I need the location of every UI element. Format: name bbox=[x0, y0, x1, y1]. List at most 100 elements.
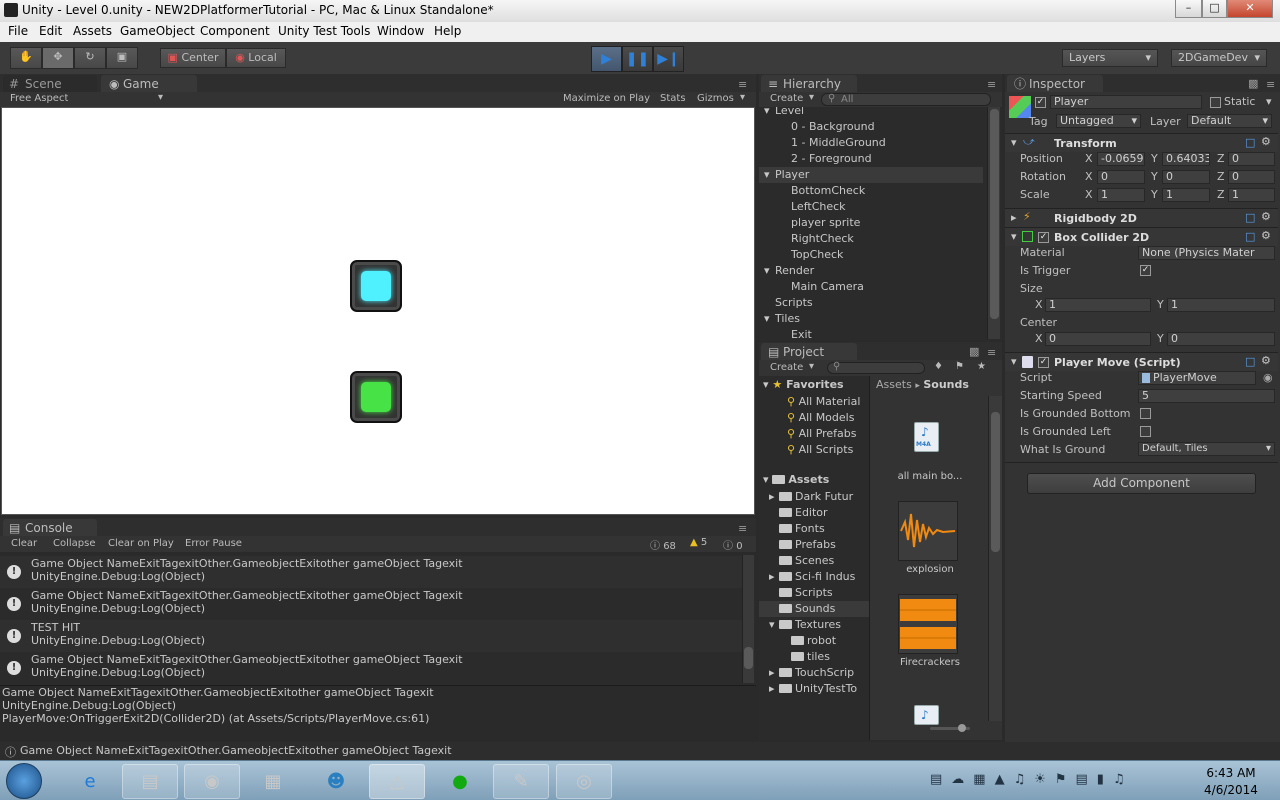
player-move-enabled-checkbox[interactable]: ✓ bbox=[1038, 357, 1049, 368]
menu-unity-test-tools[interactable]: Unity Test Tools bbox=[278, 24, 370, 38]
menu-assets[interactable]: Assets bbox=[73, 24, 112, 38]
pivot-center-button[interactable]: ▣ Center bbox=[160, 48, 226, 68]
maximize-icon[interactable]: □ bbox=[1202, 0, 1227, 18]
hierarchy-search-input[interactable]: ⚲ All bbox=[821, 93, 991, 106]
project-folder-item[interactable]: ▸ TouchScrip bbox=[759, 665, 869, 681]
project-create-button[interactable]: Create bbox=[770, 362, 803, 373]
project-folder-item[interactable]: Fonts bbox=[759, 521, 869, 537]
expand-arrow-icon[interactable]: ▸ bbox=[769, 665, 775, 681]
hierarchy-item[interactable]: Main Camera bbox=[759, 279, 983, 295]
scale-z-field[interactable]: 1 bbox=[1228, 188, 1275, 202]
center-x-field[interactable]: 0 bbox=[1045, 332, 1151, 346]
add-component-button[interactable]: Add Component bbox=[1027, 473, 1256, 494]
menu-window[interactable]: Window bbox=[377, 24, 424, 38]
hierarchy-create-button[interactable]: Create bbox=[770, 93, 803, 104]
transform-header[interactable]: ▾ ⤻ Transform □ ⚙ bbox=[1005, 133, 1278, 152]
messenger-icon[interactable]: ☻ bbox=[308, 764, 364, 799]
lock-icon[interactable]: ▩ bbox=[1248, 77, 1258, 90]
scrollbar-thumb[interactable] bbox=[744, 647, 753, 669]
active-checkbox[interactable]: ✓ bbox=[1035, 97, 1046, 108]
hierarchy-item[interactable]: ▾ Render bbox=[759, 263, 983, 279]
size-y-field[interactable]: 1 bbox=[1167, 298, 1275, 312]
waveform-icon[interactable] bbox=[898, 501, 958, 561]
layout-dropdown[interactable]: 2DGameDev ▾ bbox=[1171, 49, 1267, 67]
project-search-input[interactable]: ⚲ bbox=[827, 361, 925, 374]
center-y-field[interactable]: 0 bbox=[1167, 332, 1275, 346]
box-collider-enabled-checkbox[interactable]: ✓ bbox=[1038, 232, 1049, 243]
spotify-icon[interactable]: ● bbox=[432, 764, 488, 799]
layers-dropdown[interactable]: Layers ▾ bbox=[1062, 49, 1158, 67]
project-folder-item[interactable]: ▸ Dark Futur bbox=[759, 489, 869, 505]
warning-count-toggle[interactable]: ▲ 5 bbox=[690, 537, 707, 548]
chrome-icon[interactable]: ◉ bbox=[184, 764, 240, 799]
project-folder-item[interactable]: ▸ Sci-fi Indus bbox=[759, 569, 869, 585]
hierarchy-item[interactable]: RightCheck bbox=[759, 231, 983, 247]
filter-label-icon[interactable]: ⚑ bbox=[955, 361, 964, 372]
rotation-x-field[interactable]: 0 bbox=[1097, 170, 1145, 184]
is-trigger-checkbox[interactable]: ✓ bbox=[1140, 265, 1151, 276]
pivot-local-button[interactable]: ◉ Local bbox=[226, 48, 286, 68]
menu-gameobject[interactable]: GameObject bbox=[120, 24, 195, 38]
menu-component[interactable]: Component bbox=[200, 24, 270, 38]
console-scrollbar[interactable] bbox=[742, 555, 754, 683]
breadcrumb-root[interactable]: Assets bbox=[876, 378, 912, 391]
tag-dropdown[interactable]: Untagged ▾ bbox=[1056, 114, 1141, 128]
position-x-field[interactable]: -0.0659 bbox=[1097, 152, 1145, 166]
position-y-field[interactable]: 0.64033 bbox=[1162, 152, 1210, 166]
project-folder-item[interactable]: Scripts bbox=[759, 585, 869, 601]
filter-type-icon[interactable]: ♦ bbox=[934, 361, 943, 372]
scale-tool-icon[interactable]: ▣ bbox=[106, 47, 138, 69]
stats-toggle[interactable]: Stats bbox=[660, 93, 686, 104]
expand-arrow-icon[interactable]: ▸ bbox=[769, 681, 775, 697]
rotation-y-field[interactable]: 0 bbox=[1162, 170, 1210, 184]
aspect-dropdown[interactable]: Free Aspect bbox=[10, 93, 68, 104]
info-count-toggle[interactable]: ⓘ 68 bbox=[650, 537, 676, 552]
waveform-icon[interactable] bbox=[898, 594, 958, 654]
rotation-z-field[interactable]: 0 bbox=[1228, 170, 1275, 184]
maximize-on-play-toggle[interactable]: Maximize on Play bbox=[563, 93, 650, 104]
gear-icon[interactable]: ⚙ bbox=[1261, 354, 1271, 367]
expand-arrow-icon[interactable]: ▾ bbox=[764, 107, 770, 119]
player-move-header[interactable]: ▾ ✓ Player Move (Script) □ ⚙ bbox=[1005, 352, 1278, 371]
project-folder-item[interactable]: Sounds bbox=[759, 601, 869, 617]
help-icon[interactable]: □ bbox=[1245, 136, 1255, 149]
favorite-item[interactable]: ⚲ All Material bbox=[787, 394, 860, 410]
expand-arrow-icon[interactable]: ▾ bbox=[764, 311, 770, 327]
menu-file[interactable]: File bbox=[8, 24, 28, 38]
game-view[interactable] bbox=[1, 107, 755, 515]
step-button[interactable]: ▶❙ bbox=[653, 46, 684, 72]
audio-file-icon[interactable]: ♪ M4A bbox=[914, 422, 939, 452]
is-grounded-left-checkbox[interactable] bbox=[1140, 426, 1151, 437]
menu-edit[interactable]: Edit bbox=[39, 24, 62, 38]
hierarchy-scrollbar[interactable] bbox=[987, 107, 1000, 339]
hierarchy-item[interactable]: TopCheck bbox=[759, 247, 983, 263]
app-icon[interactable]: ▦ bbox=[245, 764, 301, 799]
expand-arrow-icon[interactable]: ▸ bbox=[769, 569, 775, 585]
help-icon[interactable]: □ bbox=[1245, 355, 1255, 368]
hierarchy-item[interactable]: player sprite bbox=[759, 215, 983, 231]
hierarchy-item[interactable]: BottomCheck bbox=[759, 183, 983, 199]
notepad-icon[interactable]: ✎ bbox=[493, 764, 549, 799]
scale-x-field[interactable]: 1 bbox=[1097, 188, 1145, 202]
close-icon[interactable]: ✕ bbox=[1227, 0, 1273, 18]
internet-explorer-icon[interactable]: e bbox=[62, 764, 118, 799]
console-row[interactable]: ! TEST HIT UnityEngine.Debug:Log(Object) bbox=[0, 620, 742, 652]
lock-icon[interactable]: ▩ bbox=[969, 345, 979, 358]
expand-arrow-icon[interactable]: ▸ bbox=[769, 489, 775, 505]
favorite-item[interactable]: ⚲ All Prefabs bbox=[787, 426, 857, 442]
chevron-down-icon[interactable]: ▾ bbox=[1266, 95, 1272, 108]
is-grounded-bottom-checkbox[interactable] bbox=[1140, 408, 1151, 419]
console-clear-button[interactable]: Clear bbox=[11, 538, 37, 549]
panel-menu-icon[interactable]: ≡ bbox=[738, 78, 747, 91]
size-x-field[interactable]: 1 bbox=[1045, 298, 1151, 312]
slider-handle[interactable] bbox=[958, 724, 966, 732]
project-folder-item[interactable]: Editor bbox=[759, 505, 869, 521]
clock-time[interactable]: 6:43 AM bbox=[1196, 766, 1266, 780]
gameobject-name-field[interactable]: Player bbox=[1050, 95, 1202, 109]
hierarchy-item[interactable]: 0 - Background bbox=[759, 119, 983, 135]
hierarchy-item[interactable]: ▾ Tiles bbox=[759, 311, 983, 327]
rotate-tool-icon[interactable]: ↻ bbox=[74, 47, 106, 69]
breadcrumb-current[interactable]: Sounds bbox=[923, 378, 969, 391]
layer-dropdown[interactable]: Default ▾ bbox=[1187, 114, 1272, 128]
starting-speed-field[interactable]: 5 bbox=[1138, 389, 1275, 403]
